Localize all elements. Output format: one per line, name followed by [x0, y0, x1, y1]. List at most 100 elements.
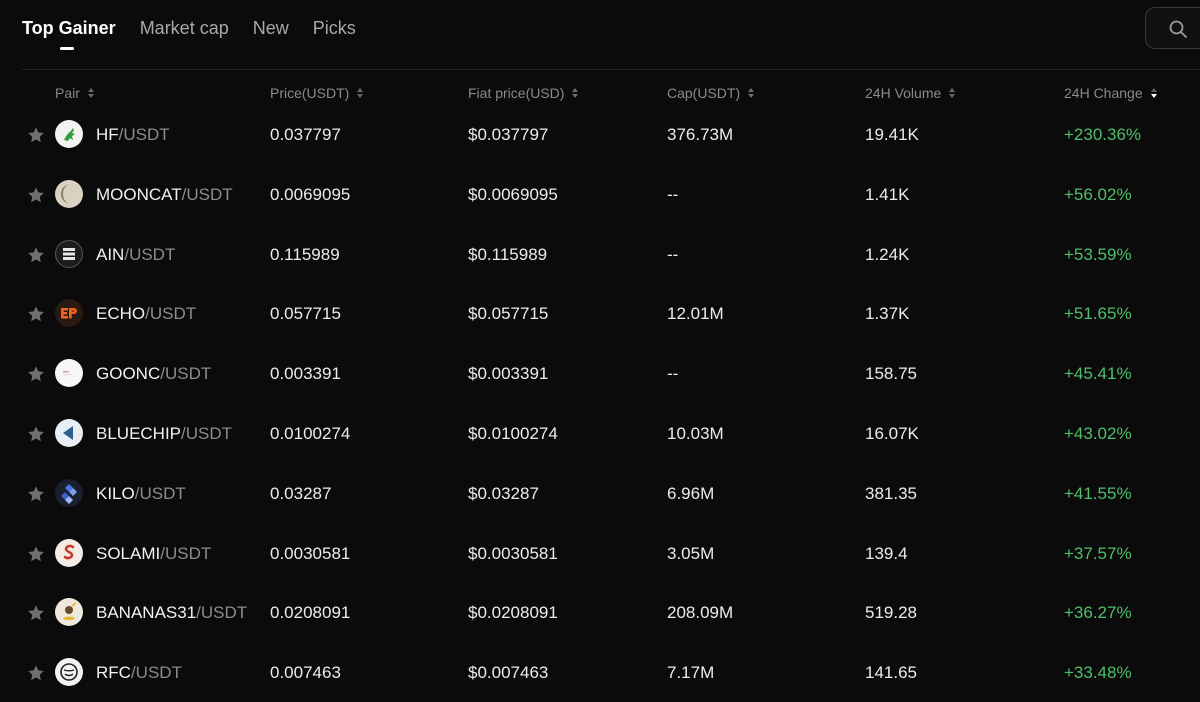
price-value: 0.0100274	[270, 423, 351, 443]
sort-icon	[357, 88, 364, 98]
table-row[interactable]: AIN/USDT 0.115989 $0.115989 -- 1.24K +53…	[0, 224, 1200, 284]
price-value: 0.037797	[270, 125, 341, 144]
pair-base: SOLAMI	[96, 543, 161, 563]
change-value: +41.55%	[1064, 483, 1132, 503]
star-icon[interactable]	[27, 246, 45, 264]
column-header-label: Cap(USDT)	[667, 85, 741, 101]
pair-name[interactable]: ECHO/USDT	[96, 304, 196, 324]
sort-icon	[748, 88, 755, 98]
volume-value: 1.37K	[865, 304, 910, 324]
fiat-price-value: $0.0100274	[468, 423, 558, 443]
pair-name[interactable]: KILO/USDT	[96, 484, 186, 504]
solami-coin-icon	[55, 538, 83, 567]
pair-quote: /USDT	[160, 364, 212, 384]
volume-value: 519.28	[865, 603, 917, 623]
cap-value: 208.09M	[667, 603, 734, 623]
price-value: 0.003391	[270, 364, 341, 384]
rfc-coin-icon	[55, 658, 83, 687]
tab-market-cap[interactable]: Market cap	[140, 0, 229, 39]
kilo-coin-icon	[55, 478, 83, 507]
change-value: +37.57%	[1064, 543, 1132, 563]
pair-base: ECHO	[96, 304, 146, 324]
pair-name[interactable]: MOONCAT/USDT	[96, 185, 233, 205]
sort-icon	[87, 88, 94, 98]
column-header-label: 24H Change	[1064, 85, 1143, 101]
pair-base: BLUECHIP	[96, 423, 182, 443]
star-icon[interactable]	[27, 664, 45, 682]
column-header-label: Fiat price(USD)	[468, 85, 565, 101]
column-header-price[interactable]: Price(USDT)	[270, 85, 364, 101]
echo-coin-icon	[55, 299, 83, 328]
fiat-price-value: $0.037797	[468, 125, 549, 144]
pair-name[interactable]: AIN/USDT	[96, 245, 175, 265]
pair-name[interactable]: HF/USDT	[96, 125, 170, 145]
pair-base: AIN	[96, 244, 125, 264]
star-icon[interactable]	[27, 186, 45, 204]
tab-picks[interactable]: Picks	[313, 0, 356, 39]
star-icon[interactable]	[27, 126, 45, 144]
column-header-change[interactable]: 24H Change	[1064, 85, 1157, 101]
table-header: Pair Price(USDT) Fiat price(USD) Cap(USD…	[0, 85, 1200, 105]
fiat-price-value: $0.003391	[468, 364, 549, 384]
pair-name[interactable]: GOONC/USDT	[96, 364, 211, 384]
table-row[interactable]: GOONC/USDT 0.003391 $0.003391 -- 158.75 …	[0, 343, 1200, 403]
search-button[interactable]	[1145, 7, 1200, 49]
price-value: 0.057715	[270, 304, 341, 324]
price-value: 0.0030581	[270, 543, 351, 563]
change-value: +43.02%	[1064, 423, 1132, 443]
pair-name[interactable]: BLUECHIP/USDT	[96, 424, 232, 444]
fiat-price-value: $0.0069095	[468, 184, 558, 204]
cap-value: 376.73M	[667, 125, 734, 144]
table-row[interactable]: HF/USDT 0.037797 $0.037797 376.73M 19.41…	[0, 104, 1200, 164]
sort-icon	[949, 88, 956, 98]
mooncat-coin-icon	[55, 179, 83, 208]
pair-name[interactable]: SOLAMI/USDT	[96, 544, 211, 564]
pair-name[interactable]: BANANAS31/USDT	[96, 603, 247, 623]
volume-value: 139.4	[865, 543, 908, 563]
pair-base: HF	[96, 125, 119, 144]
column-header-cap[interactable]: Cap(USDT)	[667, 85, 755, 101]
pair-quote: /USDT	[145, 304, 197, 324]
cap-value: --	[667, 184, 679, 204]
cap-value: --	[667, 244, 679, 264]
search-icon	[1169, 20, 1187, 38]
fiat-price-value: $0.115989	[468, 244, 548, 264]
change-value: +33.48%	[1064, 663, 1132, 683]
star-icon[interactable]	[27, 545, 45, 563]
table-row[interactable]: BLUECHIP/USDT 0.0100274 $0.0100274 10.03…	[0, 403, 1200, 463]
pair-base: BANANAS31	[96, 603, 197, 623]
table-row[interactable]: KILO/USDT 0.03287 $0.03287 6.96M 381.35 …	[0, 463, 1200, 523]
cap-value: 7.17M	[667, 663, 715, 683]
hf-coin-icon	[55, 120, 83, 148]
star-icon[interactable]	[27, 604, 45, 622]
volume-value: 16.07K	[865, 423, 919, 443]
tab-top-gainer[interactable]: Top Gainer	[22, 0, 116, 50]
star-icon[interactable]	[27, 485, 45, 503]
table-row[interactable]: ECHO/USDT 0.057715 $0.057715 12.01M 1.37…	[0, 283, 1200, 343]
cap-value: 10.03M	[667, 423, 724, 443]
change-value: +51.65%	[1064, 304, 1132, 324]
tab-new[interactable]: New	[253, 0, 289, 39]
table-row[interactable]: SOLAMI/USDT 0.0030581 $0.0030581 3.05M 1…	[0, 523, 1200, 583]
table-row[interactable]: RFC/USDT 0.007463 $0.007463 7.17M 141.65…	[0, 642, 1200, 702]
pair-name[interactable]: RFC/USDT	[96, 663, 182, 683]
volume-value: 381.35	[865, 483, 917, 503]
sort-icon	[572, 88, 579, 98]
change-value: +230.36%	[1064, 125, 1142, 144]
table-row[interactable]: MOONCAT/USDT 0.0069095 $0.0069095 -- 1.4…	[0, 164, 1200, 224]
column-header-pair[interactable]: Pair	[55, 85, 94, 101]
price-value: 0.03287	[270, 483, 332, 503]
volume-value: 158.75	[865, 364, 917, 384]
cap-value: --	[667, 364, 679, 384]
volume-value: 141.65	[865, 663, 917, 683]
column-header-fiat-price[interactable]: Fiat price(USD)	[468, 85, 579, 101]
column-header-volume[interactable]: 24H Volume	[865, 85, 956, 101]
change-value: +36.27%	[1064, 603, 1132, 623]
price-value: 0.0069095	[270, 184, 351, 204]
change-value: +56.02%	[1064, 184, 1132, 204]
table-row[interactable]: BANANAS31/USDT 0.0208091 $0.0208091 208.…	[0, 582, 1200, 642]
star-icon[interactable]	[27, 365, 45, 383]
pair-base: RFC	[96, 663, 131, 683]
star-icon[interactable]	[27, 425, 45, 443]
star-icon[interactable]	[27, 305, 45, 323]
